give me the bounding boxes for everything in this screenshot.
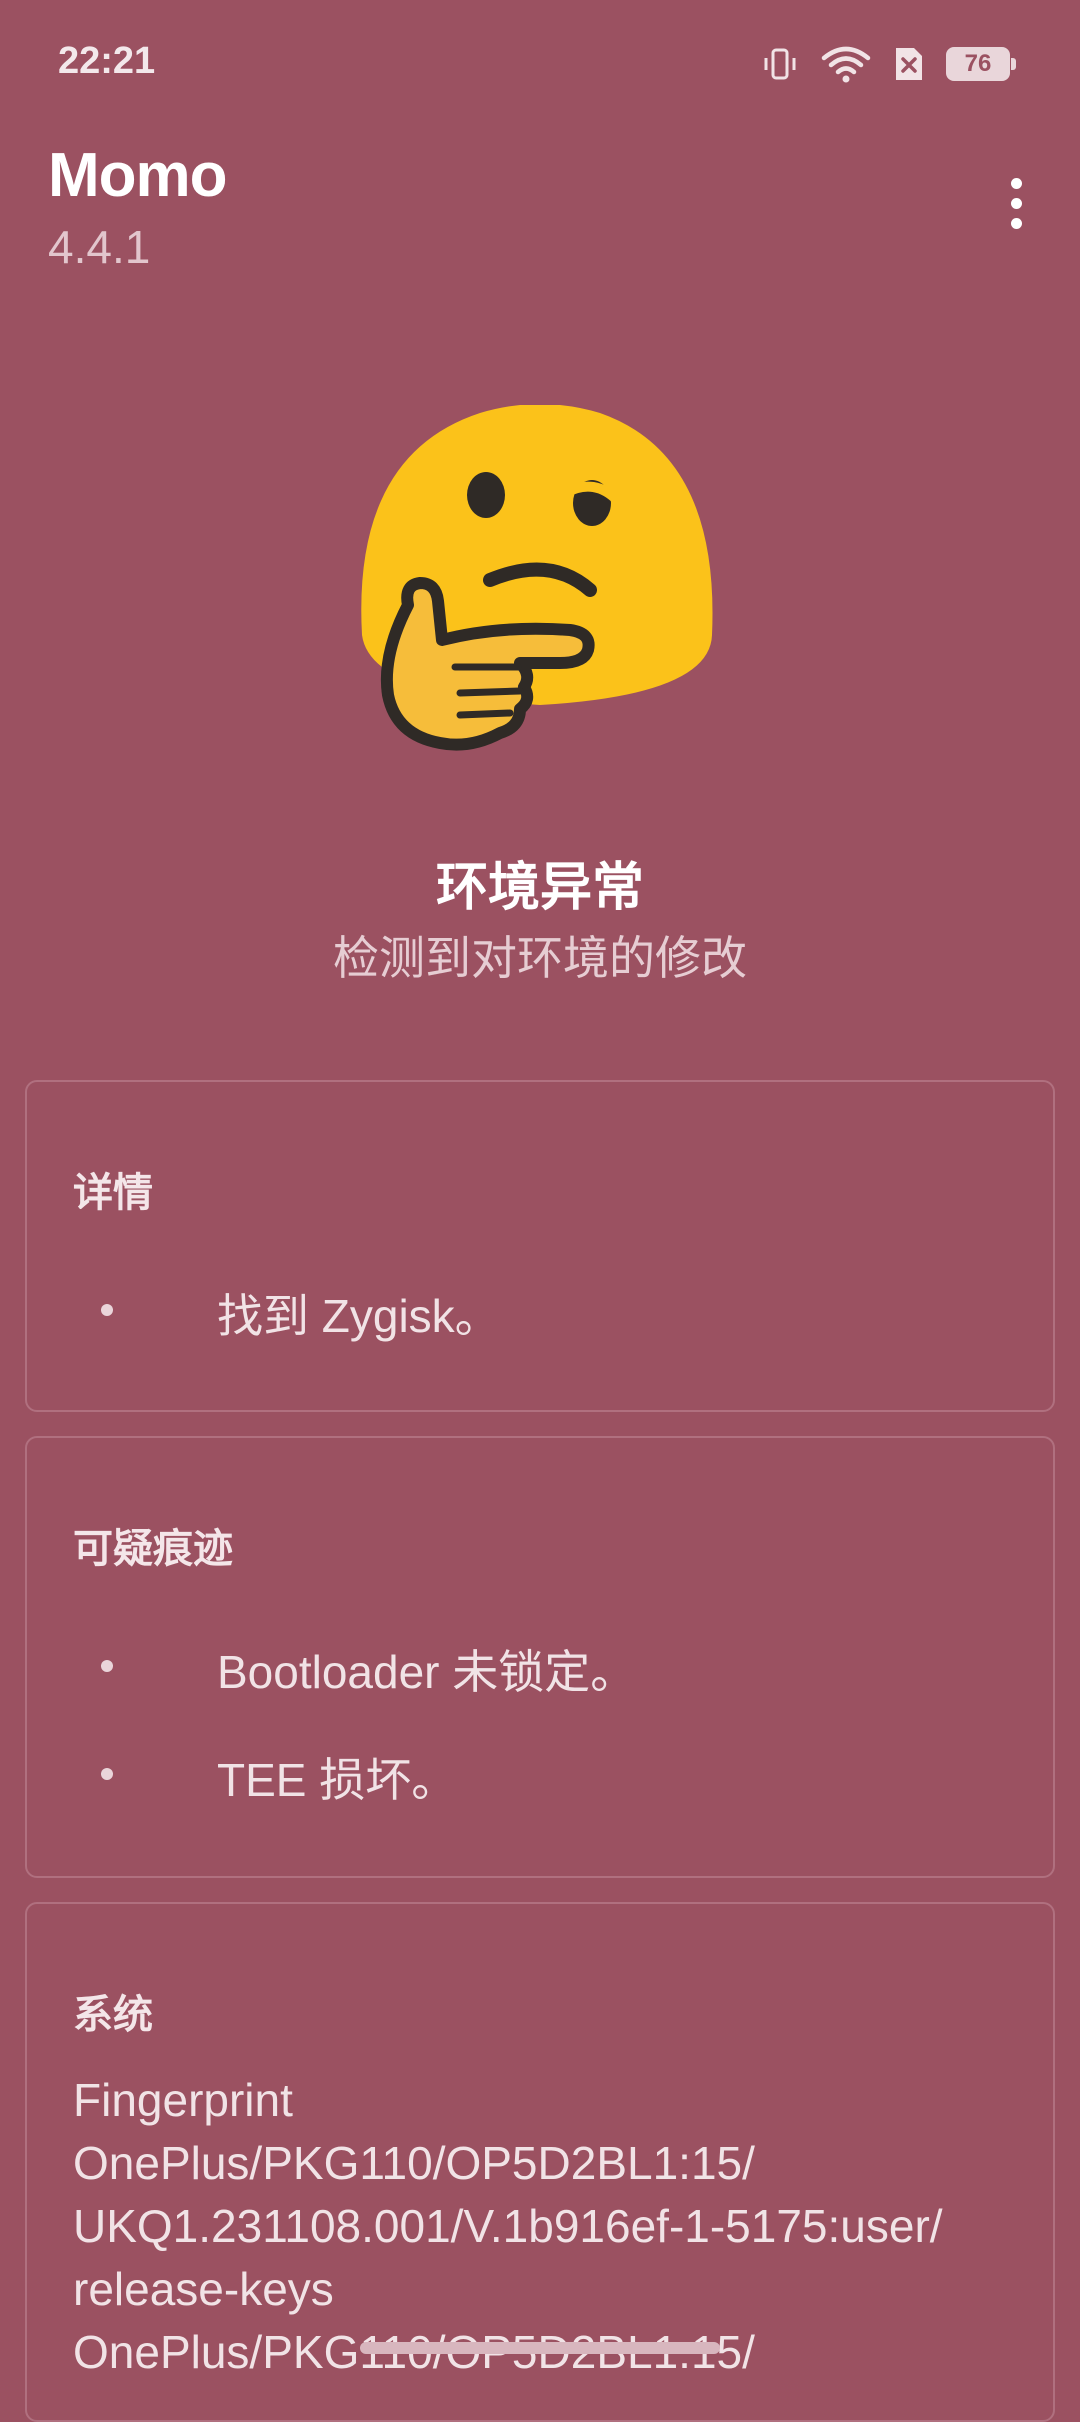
list-item-text: 找到 Zygisk。	[217, 1290, 501, 1342]
text-line: release-keys	[73, 2263, 334, 2315]
status-bar: 22:21 76	[0, 0, 1080, 126]
wifi-icon	[820, 44, 872, 84]
vibrate-icon	[760, 44, 800, 84]
app-title: Momo	[48, 141, 228, 210]
list-item-text: Bootloader 未锁定。	[217, 1646, 637, 1698]
suspicious-traces-card: 可疑痕迹 Bootloader 未锁定。 TEE 损坏。	[25, 1436, 1055, 1878]
home-indicator[interactable]	[360, 2342, 720, 2354]
card-title: 系统	[73, 1993, 153, 2037]
result-title: 环境异常	[435, 859, 644, 917]
status-time: 22:21	[58, 40, 156, 82]
list-item: Bootloader 未锁定。	[27, 1636, 1053, 1698]
battery-icon: 76	[946, 47, 1016, 81]
bullet-icon	[101, 1768, 113, 1780]
overflow-menu-button[interactable]	[992, 168, 1040, 238]
more-vert-icon-dot	[1010, 217, 1022, 229]
more-vert-icon-dot	[1010, 177, 1022, 189]
card-title: 详情	[73, 1171, 153, 1215]
thinking-face-icon	[360, 404, 720, 755]
bullet-icon	[101, 1304, 113, 1316]
system-fingerprint-text: Fingerprint OnePlus/PKG110/OP5D2BL1:15/ …	[73, 2069, 1013, 2384]
list-item: TEE 损坏。	[27, 1744, 1053, 1806]
text-line: Fingerprint	[73, 2074, 293, 2126]
result-subtitle: 检测到对环境的修改	[333, 932, 747, 984]
more-vert-icon-dot	[1010, 197, 1022, 209]
text-line: UKQ1.231108.001/V.1b916ef-1-5175:user/	[73, 2200, 943, 2252]
no-sim-icon	[892, 44, 926, 84]
status-icons: 76	[760, 40, 1016, 88]
app-version: 4.4.1	[48, 221, 151, 273]
details-card: 详情 找到 Zygisk。	[25, 1080, 1055, 1412]
bullet-icon	[101, 1660, 113, 1672]
list-item: 找到 Zygisk。	[27, 1280, 1053, 1342]
card-title: 可疑痕迹	[73, 1527, 233, 1571]
list-item-text: TEE 损坏。	[217, 1754, 458, 1806]
text-line: OnePlus/PKG110/OP5D2BL1:15/	[73, 2137, 755, 2189]
